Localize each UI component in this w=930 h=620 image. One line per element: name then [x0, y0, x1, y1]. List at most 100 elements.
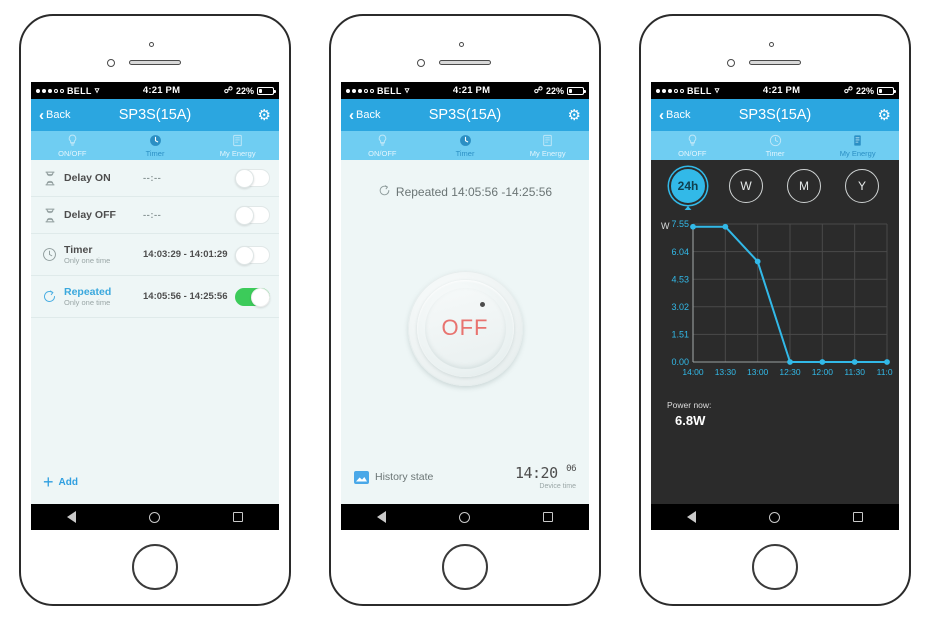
square-recents-icon[interactable] — [852, 512, 863, 522]
carrier-label: BELL — [67, 85, 92, 96]
status-bar-time: 4:21 PM — [762, 85, 801, 96]
svg-text:4.53: 4.53 — [671, 274, 689, 284]
tab-timer[interactable]: Timer — [114, 131, 197, 160]
triangle-back-icon[interactable] — [67, 511, 77, 523]
row-toggle[interactable] — [235, 169, 270, 188]
document-icon — [231, 134, 245, 148]
row-toggle[interactable] — [235, 287, 270, 307]
signal-strength-icon — [346, 88, 374, 93]
row-title: Timer — [64, 243, 93, 256]
phone-2-screen: BELL ▿ 4:21 PM ☍ 22% ‹ Back SP3S(15A) ⚙ — [341, 82, 589, 530]
app-header: ‹ Back SP3S(15A) ⚙ — [651, 99, 899, 131]
tab-bar: ON/OFF Timer My Energy — [31, 131, 279, 160]
chevron-left-icon: ‹ — [349, 106, 354, 124]
tab-timer-label: Timer — [765, 148, 785, 158]
phone-top-bezel — [21, 26, 289, 82]
status-bar-time: 4:21 PM — [142, 85, 181, 96]
tab-timer[interactable]: Timer — [734, 131, 817, 160]
table-row[interactable]: Repeated Only one time 14:05:56 - 14:25:… — [31, 276, 279, 318]
energy-panel: 24h W M Y W 7.55 6.04 4.53 3.02 1.51 0.00 14:00… — [651, 160, 899, 504]
row-time: 14:03:29 - 14:01:29 — [143, 249, 228, 260]
power-toggle-knob[interactable]: OFF — [407, 270, 523, 386]
row-toggle[interactable] — [235, 206, 270, 225]
triangle-back-icon[interactable] — [687, 511, 697, 523]
phone-3: BELL ▿ 4:21 PM ☍ 22% ‹ Back SP3S(15A) ⚙ — [639, 14, 911, 606]
tab-myenergy[interactable]: My Energy — [506, 131, 589, 160]
home-button[interactable] — [442, 544, 488, 590]
tab-onoff[interactable]: ON/OFF — [341, 131, 424, 160]
period-label: W — [740, 179, 752, 193]
period-selector: 24h W M Y — [651, 160, 899, 213]
svg-text:14:00: 14:00 — [682, 367, 704, 377]
carrier-label: BELL — [687, 85, 712, 96]
device-time-digits: 14:20 — [514, 464, 558, 482]
row-title: Delay ON — [64, 171, 111, 184]
tab-timer-label: Timer — [145, 148, 165, 158]
home-button[interactable] — [132, 544, 178, 590]
back-button[interactable]: ‹ Back — [39, 108, 70, 123]
document-icon — [851, 134, 865, 148]
tab-onoff-label: ON/OFF — [678, 148, 707, 158]
status-bar-time: 4:21 PM — [452, 85, 491, 96]
tab-myenergy-label: My Energy — [839, 148, 876, 158]
period-button-month[interactable]: M — [787, 169, 821, 203]
gear-icon[interactable]: ⚙ — [568, 108, 581, 123]
schedule-summary: Repeated 14:05:56 -14:25:56 — [341, 160, 589, 200]
schedule-text: Repeated 14:05:56 -14:25:56 — [395, 185, 553, 199]
tab-myenergy-label: My Energy — [219, 148, 256, 158]
svg-text:W: W — [661, 221, 670, 231]
plus-icon: + — [43, 472, 54, 492]
triangle-back-icon[interactable] — [377, 511, 387, 523]
tab-myenergy[interactable]: My Energy — [196, 131, 279, 160]
add-timer-button[interactable]: + Add — [31, 463, 279, 504]
back-button[interactable]: ‹ Back — [349, 108, 380, 123]
back-button[interactable]: ‹ Back — [659, 108, 690, 123]
phone-bottom-bezel — [331, 530, 599, 604]
bulb-icon — [685, 134, 699, 148]
period-button-year[interactable]: Y — [845, 169, 879, 203]
svg-text:12:30: 12:30 — [779, 367, 801, 377]
square-recents-icon[interactable] — [542, 512, 553, 522]
circle-home-icon[interactable] — [768, 511, 780, 523]
wifi-icon: ▿ — [714, 85, 720, 95]
tab-onoff[interactable]: ON/OFF — [31, 131, 114, 160]
tab-timer[interactable]: Timer — [424, 131, 507, 160]
table-row[interactable]: Delay OFF --:-- — [31, 197, 279, 234]
svg-text:6.04: 6.04 — [671, 247, 689, 257]
android-nav-bar — [651, 504, 899, 530]
period-button-24h[interactable]: 24h — [671, 169, 705, 213]
knob-indicator-dot — [479, 301, 485, 307]
chevron-left-icon: ‹ — [39, 106, 44, 124]
battery-percent-label: 22% — [235, 85, 254, 96]
svg-text:11:30: 11:30 — [844, 367, 865, 377]
svg-text:12:00: 12:00 — [812, 367, 834, 377]
tab-timer-label: Timer — [455, 148, 475, 158]
tab-onoff[interactable]: ON/OFF — [651, 131, 734, 160]
gear-icon[interactable]: ⚙ — [258, 108, 271, 123]
timer-list: Delay ON --:-- Delay OFF --:-- Timer Onl… — [31, 160, 279, 504]
tab-myenergy[interactable]: My Energy — [816, 131, 899, 160]
power-state-label: OFF — [441, 315, 489, 340]
tab-bar: ON/OFF Timer My Energy — [341, 131, 589, 160]
circle-home-icon[interactable] — [458, 511, 470, 523]
status-bar: BELL ▿ 4:21 PM ☍ 22% — [341, 82, 589, 99]
battery-percent-label: 22% — [545, 85, 564, 96]
home-button[interactable] — [752, 544, 798, 590]
onoff-footer: History state 14:20 06 Device time — [341, 456, 589, 504]
circle-home-icon[interactable] — [148, 511, 160, 523]
table-row[interactable]: Delay ON --:-- — [31, 160, 279, 197]
battery-icon — [257, 86, 276, 95]
square-recents-icon[interactable] — [232, 512, 243, 522]
energy-chart: W 7.55 6.04 4.53 3.02 1.51 0.00 14:00 13:30 13:00… — [651, 206, 899, 390]
period-button-week[interactable]: W — [729, 169, 763, 203]
gear-icon[interactable]: ⚙ — [878, 108, 891, 123]
table-row[interactable]: Timer Only one time 14:03:29 - 14:01:29 — [31, 234, 279, 276]
back-label: Back — [46, 109, 71, 121]
phone-1: BELL ▿ 4:21 PM ☍ 22% ‹ Back SP3S(15A) ⚙ — [19, 14, 291, 606]
page-title: SP3S(15A) — [118, 107, 192, 123]
tab-onoff-label: ON/OFF — [368, 148, 397, 158]
row-toggle[interactable] — [235, 245, 270, 265]
history-state-button[interactable]: History state — [354, 470, 433, 484]
row-title: Repeated — [64, 285, 112, 298]
front-camera-icon — [107, 59, 115, 67]
